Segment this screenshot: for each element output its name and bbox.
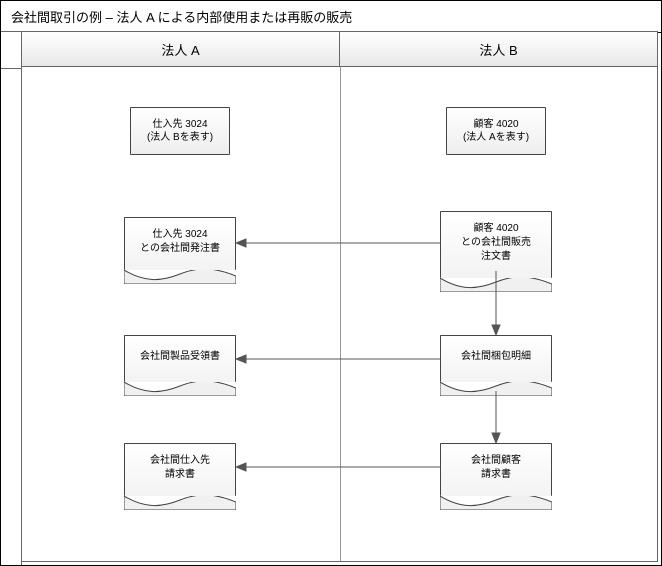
doc-wave-icon <box>124 382 236 396</box>
box-customer-4020-line2: (法人 Aを表す) <box>463 131 529 145</box>
arrow-packing-to-custinv <box>490 391 502 443</box>
doc-vendor-invoice: 会社間仕入先 請求書 <box>124 443 236 510</box>
box-supplier-3024-line1: 仕入先 3024 <box>152 118 207 132</box>
column-headers: 法人 A 法人 B <box>21 31 658 67</box>
doc-custinv-line1: 会社間顧客 <box>471 455 521 466</box>
diagram-canvas: 仕入先 3024 (法人 Bを表す) 顧客 4020 (法人 Aを表す) 仕入先… <box>21 67 658 562</box>
doc-wave-icon <box>124 496 236 510</box>
doc-custinv-line2: 請求書 <box>481 469 511 480</box>
arrow-custinv-to-vendinv <box>236 461 440 473</box>
arrow-so-to-po <box>236 237 440 249</box>
doc-vendinv-line1: 会社間仕入先 <box>150 455 210 466</box>
diagram-title: 会社間取引の例 – 法人 A による内部使用または再販の販売 <box>1 1 661 33</box>
column-header-entity-a: 法人 A <box>21 31 339 67</box>
diagram-frame: 会社間取引の例 – 法人 A による内部使用または再販の販売 法人 A 法人 B… <box>0 0 662 566</box>
doc-so-line3: 注文書 <box>481 251 511 262</box>
column-header-entity-b: 法人 B <box>339 31 658 67</box>
doc-customer-invoice: 会社間顧客 請求書 <box>440 443 552 510</box>
doc-so-line2: との会社間販売 <box>461 237 531 248</box>
arrow-packing-to-receipt <box>236 353 440 365</box>
doc-vendinv-line2: 請求書 <box>165 469 195 480</box>
doc-receipt-line1: 会社間製品受領書 <box>140 351 220 362</box>
diagram-body: 法人 A 法人 B 仕入先 3024 (法人 Bを表す) 顧客 4020 (法人… <box>1 31 661 565</box>
doc-so-line1: 顧客 4020 <box>473 223 518 234</box>
doc-wave-icon <box>440 496 552 510</box>
box-supplier-3024-line2: (法人 Bを表す) <box>147 131 213 145</box>
doc-wave-icon <box>124 270 236 284</box>
doc-product-receipt: 会社間製品受領書 <box>124 335 236 396</box>
doc-po-line2: との会社間発注書 <box>140 243 220 254</box>
arrow-so-to-packing <box>490 271 502 335</box>
box-customer-4020: 顧客 4020 (法人 Aを表す) <box>446 107 546 155</box>
doc-intercompany-po: 仕入先 3024 との会社間発注書 <box>124 217 236 284</box>
doc-packing-line1: 会社間梱包明細 <box>461 351 531 362</box>
doc-po-line1: 仕入先 3024 <box>152 229 207 240</box>
left-margin-band <box>1 31 22 565</box>
box-supplier-3024: 仕入先 3024 (法人 Bを表す) <box>130 107 230 155</box>
box-customer-4020-line1: 顧客 4020 <box>473 118 518 132</box>
doc-packing-slip: 会社間梱包明細 <box>440 335 552 396</box>
column-divider <box>340 67 341 561</box>
